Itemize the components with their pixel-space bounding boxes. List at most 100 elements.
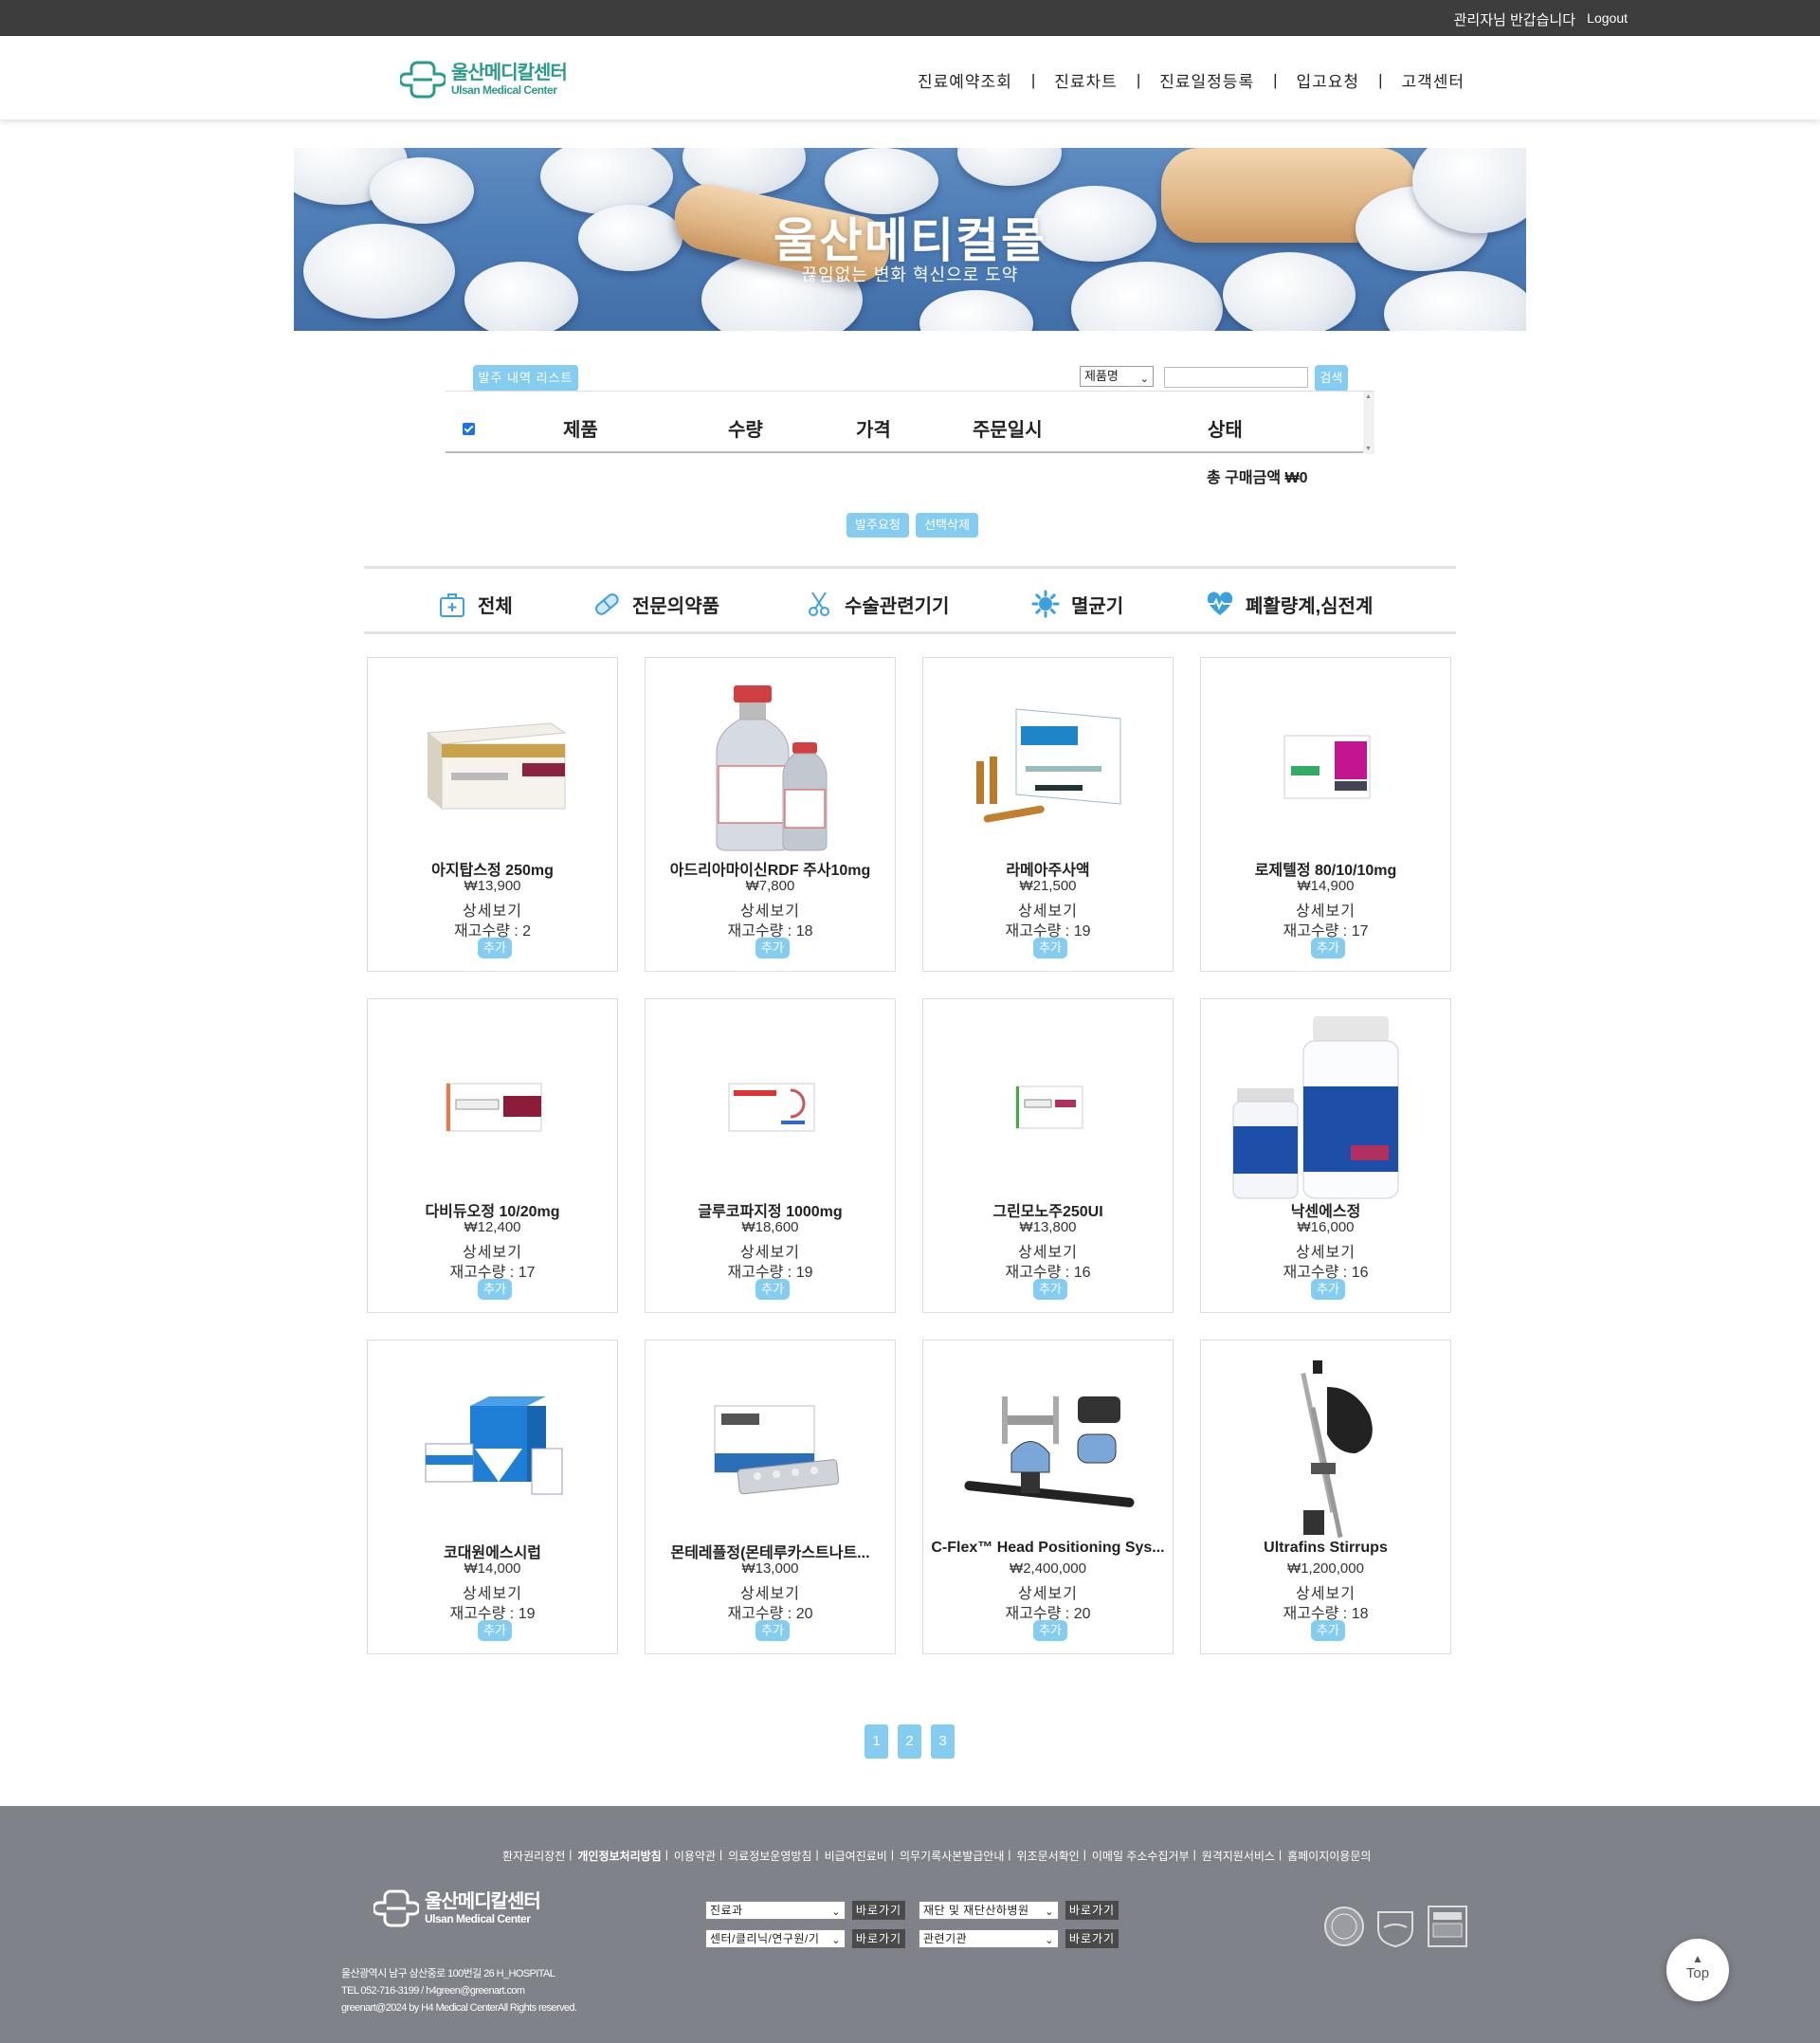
product-name: 몬테레플정(몬테루카스트나트... [670, 1545, 870, 1561]
footer-link-terms[interactable]: 이용약관 [674, 1848, 716, 1864]
nav-item-reservation[interactable]: 진료예약조회 [918, 68, 1012, 92]
product-card: 아드리아마이신RDF 주사10mg ₩7,800 상세보기 재고수량 : 18 … [645, 657, 896, 972]
nav-item-stock-request[interactable]: 입고요청 [1297, 68, 1360, 92]
chevron-down-icon: ⌄ [1045, 1935, 1054, 1946]
product-name: 아드리아마이신RDF 주사10mg [669, 863, 871, 879]
page-button-2[interactable]: 2 [898, 1724, 921, 1759]
center-clinic-go-button[interactable]: 바로가기 [852, 1929, 905, 1948]
select-all-checkbox[interactable] [463, 423, 475, 435]
product-image[interactable] [1220, 671, 1433, 861]
footer-link-separator: | [569, 1848, 573, 1861]
table-scrollbar[interactable]: ▲ ▼ [1363, 392, 1374, 454]
add-to-cart-button[interactable]: 추가 [478, 1279, 512, 1300]
foundation-hospital-select[interactable]: 재단 및 재단산하병원 ⌄ [919, 1901, 1059, 1920]
footer-link-remote-support[interactable]: 원격지원서비스 [1202, 1848, 1275, 1864]
greeting-text: 관리자님 반갑습니다 [1453, 12, 1575, 28]
nav-item-customer-center[interactable]: 고객센터 [1402, 68, 1465, 92]
search-input[interactable] [1164, 367, 1308, 388]
scroll-up-icon[interactable]: ▲ [1365, 393, 1372, 400]
add-to-cart-button[interactable]: 추가 [1033, 938, 1067, 958]
add-to-cart-button[interactable]: 추가 [755, 938, 790, 958]
product-image[interactable] [1220, 1012, 1433, 1202]
site-logo[interactable]: 울산메디칼센터 Ulsan Medical Center [400, 59, 568, 100]
footer-link-email-refusal[interactable]: 이메일 주소수집거부 [1092, 1848, 1190, 1864]
add-to-cart-button[interactable]: 추가 [478, 1620, 512, 1641]
scroll-down-icon[interactable]: ▼ [1365, 446, 1372, 452]
footer-link-medical-records[interactable]: 의무기록사본발급안내 [900, 1848, 1004, 1864]
add-to-cart-button[interactable]: 추가 [755, 1279, 790, 1300]
pagination: 1 2 3 [864, 1724, 964, 1759]
logout-link[interactable]: Logout [1587, 10, 1628, 26]
product-image[interactable] [664, 1012, 878, 1202]
search-type-select[interactable]: 제품명 ⌄ [1080, 366, 1154, 387]
add-to-cart-button[interactable]: 추가 [478, 938, 512, 958]
scissors-icon [805, 590, 833, 618]
category-sterilizer[interactable]: 멸균기 [1031, 590, 1123, 618]
footer-link-separator: | [890, 1848, 894, 1861]
order-history-button[interactable]: 발주 내역 리스트 [473, 365, 578, 392]
product-image[interactable] [942, 1012, 1156, 1202]
footer-link-non-covered-fees[interactable]: 비급여진료비 [825, 1848, 887, 1864]
footer-link-medical-info-policy[interactable]: 의료정보운영방침 [728, 1848, 811, 1864]
order-request-button[interactable]: 발주요청 [846, 513, 909, 538]
category-surgical-devices[interactable]: 수술관련기기 [805, 590, 949, 618]
footer-links: 환자권리장전 | 개인정보처리방침 | 이용약관 | 의료정보운영방침 | 비급여진료비… [502, 1848, 1371, 1864]
column-header-order-date: 주문일시 [973, 420, 1043, 441]
footer-copyright: greenart@2024 by H4 Medical CenterAll Ri… [341, 2002, 577, 2014]
page-button-3[interactable]: 3 [931, 1724, 955, 1759]
product-image[interactable] [1220, 1354, 1433, 1543]
certification-badge-icon [1322, 1905, 1366, 1953]
add-to-cart-button[interactable]: 추가 [755, 1620, 790, 1641]
product-image[interactable] [387, 1012, 600, 1202]
footer-logo[interactable]: 울산메디칼센터 Ulsan Medical Center [373, 1888, 541, 1929]
accreditation-badge-icon [1426, 1905, 1469, 1953]
scroll-top-button[interactable]: ▲ Top [1666, 1939, 1729, 2001]
category-all[interactable]: 전체 [438, 590, 513, 618]
medical-cross-logo-icon [373, 1889, 419, 1927]
add-to-cart-button[interactable]: 추가 [1311, 1620, 1345, 1641]
product-image[interactable] [942, 671, 1156, 861]
nav-separator: | [1273, 70, 1278, 89]
department-select[interactable]: 진료과 ⌄ [705, 1901, 846, 1920]
page-button-1[interactable]: 1 [864, 1724, 888, 1759]
product-card: Ultrafins Stirrups ₩1,200,000 상세보기 재고수량 … [1200, 1340, 1451, 1654]
add-to-cart-button[interactable]: 추가 [1033, 1279, 1067, 1300]
product-image[interactable] [664, 671, 878, 861]
search-button[interactable]: 검색 [1315, 365, 1348, 392]
footer-link-privacy[interactable]: 개인정보처리방침 [577, 1848, 661, 1864]
product-name: Ultrafins Stirrups [1264, 1540, 1388, 1556]
category-label: 수술관련기기 [845, 595, 950, 617]
department-go-button[interactable]: 바로가기 [852, 1901, 905, 1920]
related-institution-select-value: 관련기관 [923, 1932, 968, 1945]
product-image[interactable] [942, 1354, 1156, 1543]
product-image[interactable] [387, 671, 600, 861]
category-prescription-drugs[interactable]: 전문의약품 [592, 590, 719, 618]
product-card: 로제텔정 80/10/10mg ₩14,900 상세보기 재고수량 : 17 추… [1200, 657, 1451, 972]
foundation-hospital-go-button[interactable]: 바로가기 [1065, 1901, 1119, 1920]
foundation-hospital-select-value: 재단 및 재단산하병원 [923, 1904, 1029, 1917]
product-image[interactable] [387, 1354, 600, 1543]
category-spirometer-ecg[interactable]: 폐활량계,심전계 [1206, 590, 1373, 618]
add-to-cart-button[interactable]: 추가 [1311, 1279, 1345, 1300]
product-price: ₩13,000 [741, 1560, 799, 1577]
delete-selected-button[interactable]: 선택삭제 [916, 513, 978, 538]
add-to-cart-button[interactable]: 추가 [1311, 938, 1345, 958]
center-clinic-select[interactable]: 센터/클리닉/연구원/기 ⌄ [705, 1929, 846, 1948]
category-label: 폐활량계,심전계 [1246, 595, 1374, 617]
product-price: ₩21,500 [1019, 878, 1077, 894]
related-institution-go-button[interactable]: 바로가기 [1065, 1929, 1119, 1948]
footer-link-separator: | [719, 1848, 723, 1861]
banner-subtitle: 끊임없는 변화 혁신으로 도약 [801, 265, 1019, 284]
product-name: 아지탑스정 250mg [431, 863, 554, 879]
footer-link-patient-rights[interactable]: 환자권리장전 [502, 1848, 565, 1864]
product-image[interactable] [664, 1354, 878, 1543]
related-institution-select[interactable]: 관련기관 ⌄ [919, 1929, 1059, 1948]
nav-item-chart[interactable]: 진료차트 [1054, 68, 1118, 92]
footer-link-separator: | [1192, 1848, 1196, 1861]
hero-banner: 울산메티컬몰 끊임없는 변화 혁신으로 도약 [294, 148, 1526, 331]
add-to-cart-button[interactable]: 추가 [1033, 1620, 1067, 1641]
nav-item-schedule[interactable]: 진료일정등록 [1159, 68, 1254, 92]
department-select-value: 진료과 [710, 1904, 743, 1917]
footer-link-inquiry[interactable]: 홈페이지이용문의 [1287, 1848, 1371, 1864]
footer-link-forgery-check[interactable]: 위조문서확인 [1016, 1848, 1079, 1864]
